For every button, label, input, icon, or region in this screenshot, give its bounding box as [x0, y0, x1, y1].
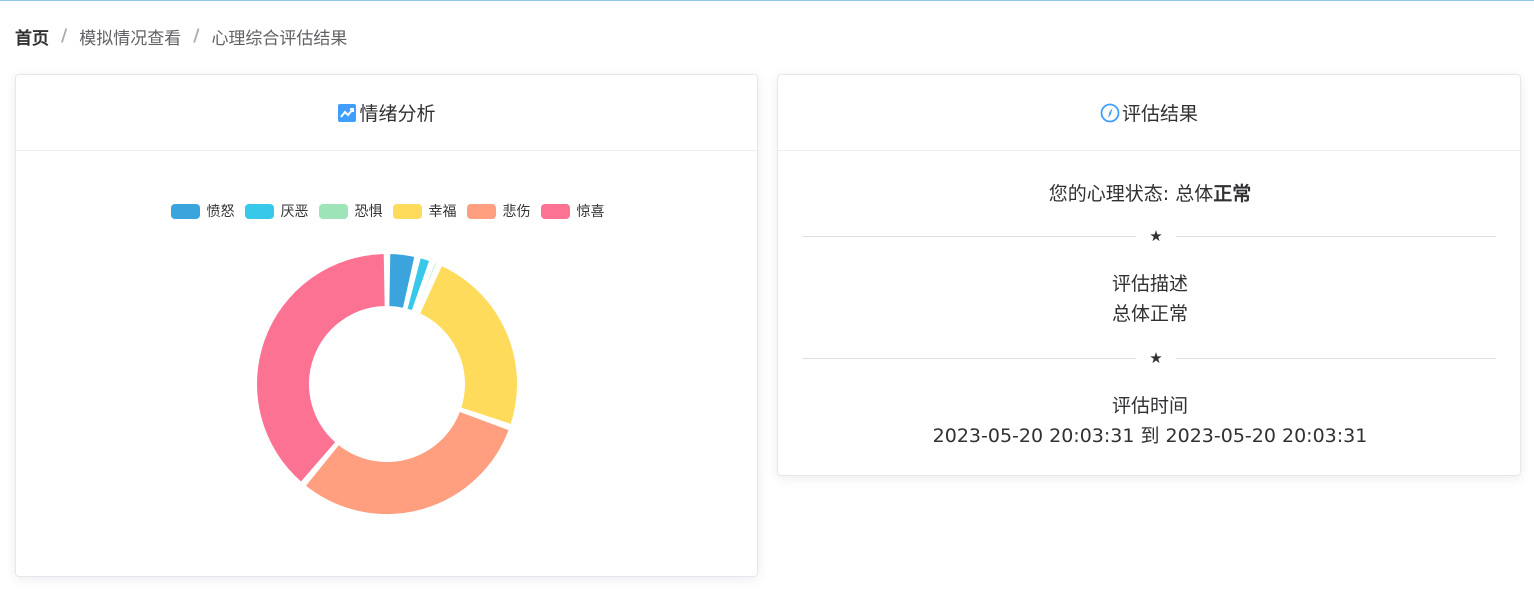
legend-item[interactable]: 愤怒: [170, 201, 235, 221]
psychological-status: 您的心理状态: 总体正常: [778, 179, 1522, 206]
legend-label: 惊喜: [576, 204, 605, 220]
legend-swatch: [244, 203, 274, 219]
emotion-card-header: 情绪分析: [16, 75, 757, 151]
description-value: 总体正常: [1111, 303, 1188, 325]
legend-item[interactable]: 惊喜: [540, 201, 605, 221]
legend-item[interactable]: 厌恶: [244, 201, 309, 221]
breadcrumb-separator: /: [61, 26, 68, 46]
legend-label: 厌恶: [280, 204, 309, 220]
donut-slice[interactable]: [417, 263, 519, 427]
result-card-header: 评估结果: [778, 75, 1520, 151]
donut-slice[interactable]: [303, 409, 511, 516]
time-section: 评估时间 2023-05-20 20:03:31 到 2023-05-20 20…: [778, 391, 1522, 451]
star-icon: ★: [1136, 225, 1176, 247]
description-label: 评估描述: [1111, 273, 1188, 295]
legend-label: 悲伤: [502, 204, 531, 220]
status-value: 正常: [1213, 183, 1252, 205]
legend-label: 愤怒: [206, 204, 235, 220]
emotion-card-title: 情绪分析: [359, 103, 436, 125]
breadcrumb-separator: /: [193, 26, 200, 46]
legend-swatch: [318, 203, 348, 219]
trend-chart-icon: [337, 103, 357, 123]
legend-swatch: [392, 203, 422, 219]
legend-label: 恐惧: [354, 204, 383, 220]
time-label: 评估时间: [1111, 395, 1188, 417]
legend-item[interactable]: 恐惧: [318, 201, 383, 221]
legend-label: 幸福: [428, 204, 457, 220]
assessment-result-card: 评估结果 您的心理状态: 总体正常 ★ 评估描述 总体正常 ★ 评估时间 202…: [777, 74, 1521, 476]
legend-swatch: [540, 203, 570, 219]
emotion-donut-chart: [255, 252, 519, 516]
result-card-title: 评估结果: [1121, 103, 1198, 125]
time-value: 2023-05-20 20:03:31 到 2023-05-20 20:03:3…: [932, 425, 1368, 447]
legend-swatch: [170, 203, 200, 219]
description-section: 评估描述 总体正常: [778, 269, 1522, 329]
breadcrumb-current: 心理综合评估结果: [211, 28, 348, 49]
legend-item[interactable]: 悲伤: [466, 201, 531, 221]
donut-slice[interactable]: [255, 252, 387, 484]
breadcrumb: 首页 / 模拟情况查看 / 心理综合评估结果: [15, 24, 348, 49]
breadcrumb-home[interactable]: 首页: [15, 24, 49, 49]
chart-legend: 愤怒 厌恶 恐惧 幸福 悲伤 惊喜: [16, 201, 759, 221]
breadcrumb-simulation-view[interactable]: 模拟情况查看: [79, 24, 181, 49]
star-icon: ★: [1136, 347, 1176, 369]
legend-swatch: [466, 203, 496, 219]
status-prefix: 您的心理状态: 总体: [1048, 183, 1214, 205]
top-border: [0, 0, 1534, 1]
compass-icon: [1100, 103, 1120, 123]
star-divider: ★: [802, 225, 1496, 247]
legend-item[interactable]: 幸福: [392, 201, 457, 221]
emotion-analysis-card: 情绪分析 愤怒 厌恶 恐惧 幸福 悲伤 惊喜: [15, 74, 758, 577]
star-divider: ★: [802, 347, 1496, 369]
